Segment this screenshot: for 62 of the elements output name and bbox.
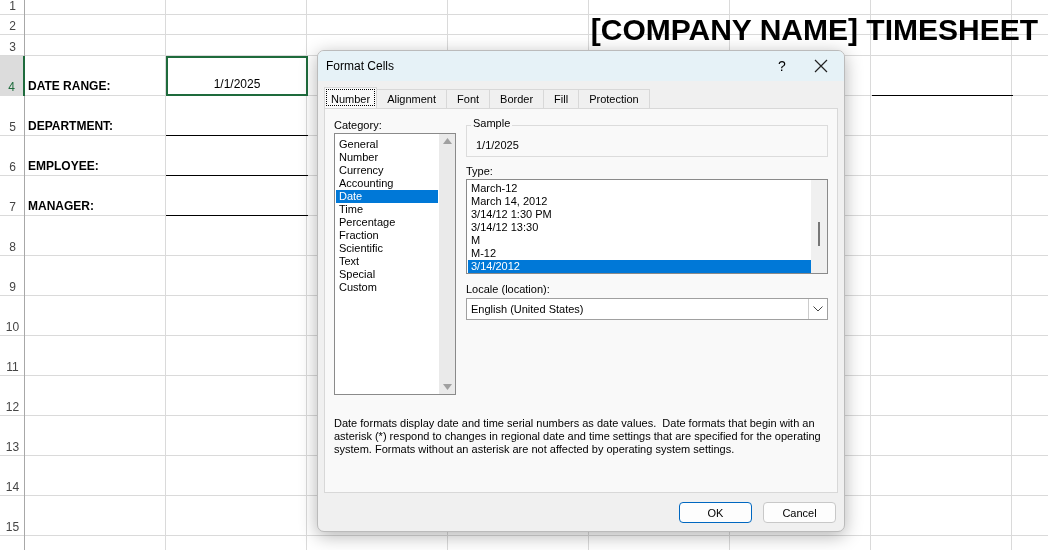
row-number[interactable]: 1 (0, 0, 25, 15)
list-item[interactable]: 3/14/2012 (468, 260, 811, 273)
sheet-title: [COMPANY NAME] TIMESHEET (590, 13, 1038, 47)
row-number[interactable]: 13 (0, 416, 25, 456)
help-button[interactable]: ? (762, 58, 802, 74)
list-item[interactable]: Date (336, 190, 438, 203)
tab[interactable]: Protection (578, 89, 650, 108)
row-number[interactable]: 9 (0, 256, 25, 296)
category-label: Category: (334, 119, 383, 131)
field-label: MANAGER: (27, 198, 95, 215)
list-item[interactable]: Fraction (336, 229, 438, 242)
row-number[interactable]: 14 (0, 456, 25, 496)
list-item[interactable]: March 14, 2012 (468, 195, 811, 208)
row-number[interactable]: 4 (0, 56, 25, 96)
row-number[interactable]: 2 (0, 15, 25, 35)
list-item[interactable]: March-12 (468, 182, 811, 195)
scroll-up-icon[interactable] (442, 138, 452, 144)
row-number[interactable]: 8 (0, 216, 25, 256)
dialog-button[interactable]: Cancel (763, 502, 836, 523)
list-item[interactable]: General (336, 138, 438, 151)
field-label: EMPLOYEE: (27, 158, 100, 175)
list-item[interactable]: Custom (336, 281, 438, 294)
list-item[interactable]: Text (336, 255, 438, 268)
row-number[interactable]: 5 (0, 96, 25, 136)
row-number[interactable]: 12 (0, 376, 25, 416)
list-item[interactable]: 3/14/12 1:30 PM (468, 208, 811, 221)
description-text: Date formats display date and time serial numbers as date values. Date formats that begin with an asterisk (*) respond to changes in regional date and time settings that are specified for the operating system. Formats without an asterisk are not affected by operating system settings. (334, 417, 822, 456)
list-item[interactable]: Time (336, 203, 438, 216)
type-label: Type: (466, 165, 494, 177)
dialog-title: Format Cells (326, 59, 395, 73)
cell-value[interactable]: 1/1/2025 (166, 56, 308, 96)
dialog-button[interactable]: OK (679, 502, 752, 523)
type-list[interactable]: March-12 March 14, 2012 3/14/12 1:30 PM 3/14/12 13:30 M M-12 3/14/2012 (466, 179, 828, 274)
scrollbar[interactable] (439, 134, 455, 394)
list-item[interactable]: 3/14/12 13:30 (468, 221, 811, 234)
category-list[interactable]: General Number Currency Accounting Date Time Percentage Fraction Scientific Text Special Custom (334, 133, 456, 395)
list-item[interactable]: Special (336, 268, 438, 281)
locale-dropdown[interactable]: English (United States) (466, 298, 828, 320)
list-item[interactable]: Percentage (336, 216, 438, 229)
tab[interactable]: Alignment (376, 89, 448, 108)
field-label: DEPARTMENT: (27, 118, 115, 135)
tab[interactable]: Number (324, 87, 378, 108)
list-item[interactable]: Scientific (336, 242, 438, 255)
sample-label: Sample (471, 117, 513, 129)
list-item[interactable]: Accounting (336, 177, 438, 190)
list-item[interactable]: Currency (336, 164, 438, 177)
list-item[interactable]: Number (336, 151, 438, 164)
row-number[interactable]: 3 (0, 35, 25, 56)
close-icon[interactable] (814, 59, 828, 73)
locale-label: Locale (location): (466, 283, 551, 295)
list-item[interactable]: M-12 (468, 247, 811, 260)
list-item[interactable]: M (468, 234, 811, 247)
scroll-thumb[interactable] (818, 221, 820, 246)
row-number[interactable]: 11 (0, 336, 25, 376)
row-number[interactable]: 15 (0, 496, 25, 536)
row-number[interactable]: 6 (0, 136, 25, 176)
row-number[interactable]: 7 (0, 176, 25, 216)
field-label: DATE RANGE: (27, 78, 112, 95)
row-number[interactable]: 10 (0, 296, 25, 336)
chevron-down-icon (813, 306, 823, 312)
scroll-down-icon[interactable] (442, 384, 452, 390)
sample-value: 1/1/2025 (476, 139, 519, 151)
